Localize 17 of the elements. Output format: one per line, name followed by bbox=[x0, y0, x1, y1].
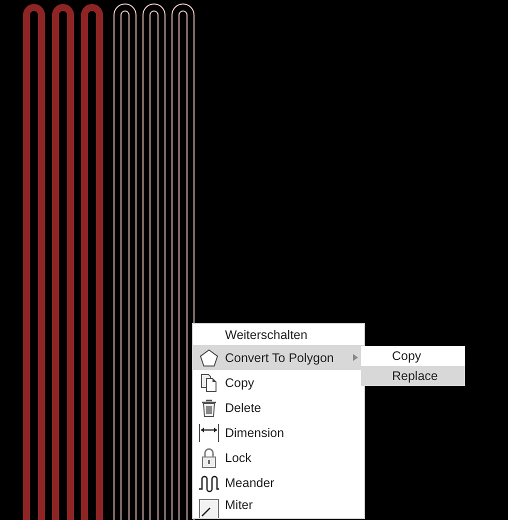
submenu-arrow-icon bbox=[353, 354, 358, 361]
delete-icon bbox=[200, 398, 218, 418]
menu-item[interactable]: Copy bbox=[193, 370, 364, 395]
diagonal-line-icon bbox=[198, 498, 220, 518]
submenu-item[interactable]: Copy bbox=[361, 346, 465, 366]
menu-item[interactable]: Miter bbox=[193, 495, 364, 518]
pentagon-icon bbox=[199, 348, 219, 368]
menu-item[interactable]: Delete bbox=[193, 395, 364, 420]
dimension-icon bbox=[198, 422, 220, 442]
submenu-item[interactable]: Replace bbox=[361, 366, 465, 386]
menu-item[interactable]: Weiterschalten bbox=[193, 324, 364, 345]
copy-icon bbox=[200, 372, 218, 392]
lock-icon bbox=[200, 446, 218, 468]
menu-item[interactable]: Convert To Polygon bbox=[193, 345, 364, 370]
menu-item[interactable]: Dimension bbox=[193, 420, 364, 445]
menu-item[interactable]: Meander bbox=[193, 470, 364, 495]
menu-item[interactable]: Lock bbox=[193, 445, 364, 470]
